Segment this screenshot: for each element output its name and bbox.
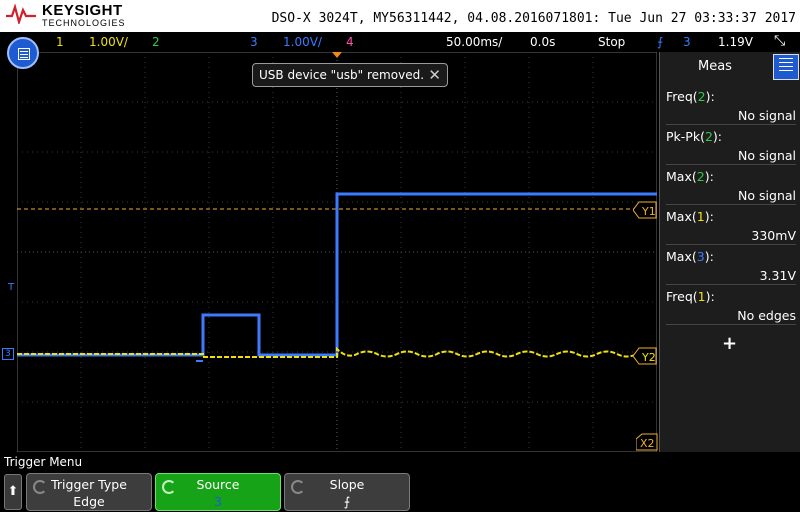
timebase[interactable]: 50.00ms/ [446, 35, 502, 49]
y1-cursor-label[interactable]: Y1 [633, 201, 657, 219]
meas-row[interactable]: Max(1): 330mV [666, 206, 796, 246]
up-arrow-icon: ⬆ [7, 484, 19, 499]
back-button[interactable]: ⬆ [4, 474, 22, 510]
y2-label: Y2 [641, 351, 656, 364]
rising-edge-icon: ⨍ [343, 494, 351, 509]
x2-label: X2 [640, 437, 655, 450]
divider [666, 124, 796, 125]
main-menu-button[interactable] [7, 37, 39, 69]
divider [666, 204, 796, 205]
divider [666, 244, 796, 245]
run-state[interactable]: Stop [598, 35, 625, 49]
ch1-number[interactable]: 1 [56, 35, 64, 49]
meas-value: 330mV [751, 228, 796, 243]
meas-source: 3 [696, 249, 705, 264]
toast-message: USB device "usb" removed. [259, 68, 425, 82]
meas-row[interactable]: Max(3): 3.31V [666, 246, 796, 286]
menu-title: Trigger Menu [4, 455, 83, 469]
slope-softkey[interactable]: Slope ⨍ [284, 473, 410, 511]
meas-menu-icon[interactable] [773, 54, 799, 80]
trigger-level-marker[interactable]: T [8, 282, 14, 293]
ch2-number[interactable]: 2 [152, 35, 160, 49]
meas-value: No signal [738, 108, 796, 123]
meas-name: Max [666, 169, 692, 184]
meas-row[interactable]: Pk-Pk(2): No signal [666, 126, 796, 166]
trigger-level[interactable]: 1.19V [718, 35, 753, 49]
ch1-scale[interactable]: 1.00V/ [89, 35, 128, 49]
x2-cursor-label[interactable]: X2 [636, 433, 658, 451]
meas-source: 2 [697, 89, 706, 104]
meas-value: 3.31V [759, 268, 796, 283]
softkey-label: Trigger Type [51, 477, 127, 492]
ch3-ground-marker[interactable]: 3 [2, 348, 14, 360]
trigger-slope-icon: ⨍ [657, 35, 664, 49]
header-bar: KEYSIGHT TECHNOLOGIES DSO-X 3024T, MY563… [0, 0, 800, 32]
source-softkey[interactable]: Source 3 [155, 473, 281, 511]
close-icon[interactable]: ✕ [428, 66, 441, 84]
softkey-value: 3 [214, 494, 222, 509]
divider [666, 324, 796, 325]
brand-subtitle: TECHNOLOGIES [42, 18, 126, 28]
trigger-type-softkey[interactable]: Trigger Type Edge [26, 473, 152, 511]
meas-value: No signal [738, 188, 796, 203]
ch3-number[interactable]: 3 [250, 35, 258, 49]
y1-label: Y1 [641, 205, 656, 218]
trigger-source[interactable]: 3 [683, 35, 691, 49]
meas-name: Max [666, 209, 692, 224]
divider [666, 284, 796, 285]
meas-row[interactable]: Freq(1): No edges [666, 286, 796, 326]
meas-name: Freq [666, 89, 693, 104]
divider [666, 164, 796, 165]
meas-name: Freq [666, 289, 693, 304]
meas-name: Max [666, 249, 692, 264]
waveform-display[interactable] [17, 52, 657, 452]
softkey-label: Source [196, 477, 240, 492]
meas-value: No signal [738, 148, 796, 163]
status-line: 1 1.00V/ 2 3 1.00V/ 4 50.00ms/ 0.0s Stop… [0, 32, 800, 52]
meas-source: 1 [696, 209, 705, 224]
meas-name: Pk-Pk [666, 129, 701, 144]
meas-tab[interactable]: Meas [664, 54, 768, 80]
add-measurement-button[interactable]: + [722, 333, 737, 354]
meas-source: 1 [697, 289, 706, 304]
meas-source: 2 [696, 169, 705, 184]
ch3-scale[interactable]: 1.00V/ [283, 35, 322, 49]
meas-row[interactable]: Freq(2): No signal [666, 86, 796, 126]
meas-source: 2 [704, 129, 713, 144]
softkey-value: Edge [73, 494, 105, 509]
meas-row[interactable]: Max(2): No signal [666, 166, 796, 206]
ch4-number[interactable]: 4 [346, 35, 354, 49]
softkey-label: Slope [329, 477, 365, 492]
meas-value: No edges [737, 308, 796, 323]
meas-tab-label: Meas [698, 59, 732, 74]
delay[interactable]: 0.0s [530, 35, 555, 49]
menu-icon [18, 48, 30, 60]
y2-cursor-label[interactable]: Y2 [633, 347, 657, 365]
measurement-panel: Meas Freq(2): No signal Pk-Pk(2): No sig… [659, 52, 800, 452]
keysight-logo-icon [6, 4, 36, 24]
touch-icon[interactable]: ⤡ [774, 33, 785, 49]
brand-name: KEYSIGHT [42, 2, 123, 19]
usb-removed-toast: USB device "usb" removed. ✕ [252, 63, 448, 87]
instrument-info: DSO-X 3024T, MY56311442, 04.08.201607180… [271, 11, 796, 26]
